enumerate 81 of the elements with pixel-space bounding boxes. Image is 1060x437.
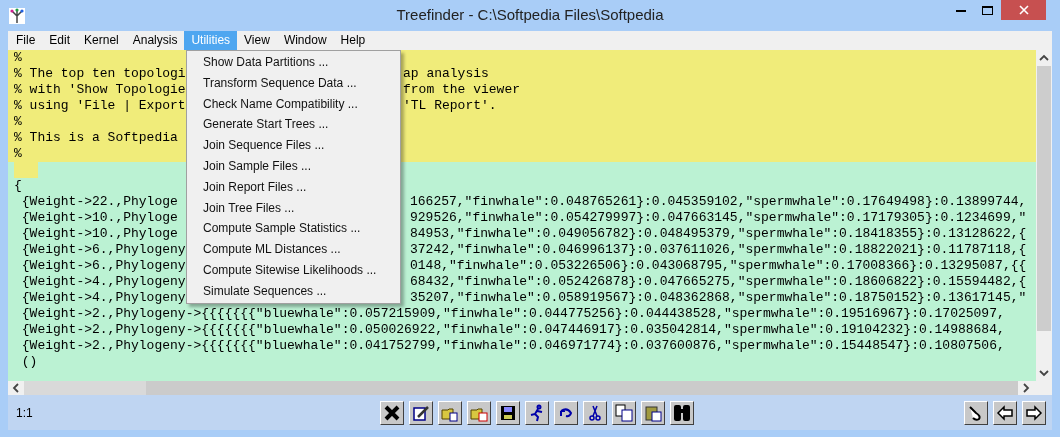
menu-item[interactable]: File xyxy=(9,31,43,50)
maximize-icon xyxy=(982,5,993,15)
scroll-thumb[interactable] xyxy=(1037,66,1051,331)
menu-option[interactable]: Compute Sample Statistics ... xyxy=(187,218,400,240)
code-line: 'TL Report'. xyxy=(403,98,497,114)
menu-item[interactable]: Window xyxy=(276,31,334,50)
code-line: % xyxy=(14,114,22,130)
code-line: % with 'Show Topologie xyxy=(14,82,186,98)
binoculars-icon xyxy=(673,403,691,422)
menu-option[interactable]: Simulate Sequences ... xyxy=(187,280,400,302)
code-line: {Weight->6.,Phylogeny xyxy=(20,258,186,274)
code-line: { xyxy=(14,178,22,194)
code-line: % This is a Softpedia xyxy=(14,130,178,146)
code-line: {Weight->4.,Phylogeny xyxy=(20,290,186,306)
tree-icon xyxy=(9,7,25,24)
edit-button[interactable] xyxy=(409,400,433,425)
menu-option[interactable]: Compute Sitewise Likelihoods ... xyxy=(187,259,400,281)
menu-option[interactable]: Join Tree Files ... xyxy=(187,197,400,219)
scroll-thumb[interactable] xyxy=(24,381,146,395)
code-line: {Weight->10.,Phyloge xyxy=(20,210,178,226)
code-line: {Weight->2.,Phylogeny->{{{{{{{"bluewhale":0.041752799,"finwhale":0.046971774}:0.037600876,"spermwhale":0.15448547}:0.10807506, xyxy=(20,338,1005,354)
code-line: % The top ten topologi xyxy=(14,66,186,82)
scroll-right-icon xyxy=(1022,383,1030,393)
close-button[interactable] xyxy=(380,400,404,425)
code-line: % xyxy=(14,146,22,162)
copy-button[interactable] xyxy=(612,400,636,425)
minimize-icon xyxy=(955,8,966,12)
pencil-paper-icon xyxy=(412,403,430,422)
clipboard-icon xyxy=(644,403,662,422)
paste-button[interactable] xyxy=(641,400,665,425)
menu-option[interactable]: Transform Sequence Data ... xyxy=(187,72,400,94)
find-button[interactable] xyxy=(670,400,694,425)
menu-option[interactable]: Show Data Partitions ... xyxy=(187,52,400,73)
import-button[interactable] xyxy=(467,400,491,425)
close-icon xyxy=(383,403,401,422)
code-line: 166257,"finwhale":0.048765261}:0.045359102,"spermwhale":0.17649498}:0.13899744, xyxy=(410,194,1027,210)
scroll-left-icon xyxy=(12,383,20,393)
code-line: () xyxy=(20,354,38,370)
close-icon xyxy=(1018,5,1029,15)
forward-button[interactable] xyxy=(1022,400,1046,425)
code-line: % using 'File | Export xyxy=(14,98,186,114)
menu-item[interactable]: Edit xyxy=(42,31,78,50)
code-line: {Weight->4.,Phylogeny xyxy=(20,274,186,290)
menu-option[interactable]: Join Sample Files ... xyxy=(187,156,400,177)
open-button[interactable] xyxy=(438,400,462,425)
menu-item[interactable]: Help xyxy=(333,31,373,50)
back-button[interactable] xyxy=(993,400,1017,425)
code-line: {Weight->2.,Phylogeny->{{{{{{{"bluewhale":0.057215909,"finwhale":0.044775256}:0.044438528,"spermwhale":0.19516967}:0.17025097, xyxy=(20,306,1005,322)
code-line: 929526,"finwhale":0.054279997}:0.047663145,"spermwhale":0.17179305}:0.1234699," xyxy=(410,210,1027,226)
code-line: 35207,"finwhale":0.058919567}:0.048362868,"spermwhale":0.18750152}:0.13617145," xyxy=(410,290,1027,306)
window-title: Treefinder - C:\Softpedia Files\Softpedia xyxy=(396,6,664,23)
run-button[interactable] xyxy=(525,400,549,425)
menu-item[interactable]: Kernel xyxy=(77,31,126,50)
code-line: ap analysis xyxy=(403,66,489,82)
menu-option[interactable]: Join Report Files ... xyxy=(187,176,400,198)
menu-option[interactable]: Generate Start Trees ... xyxy=(187,114,400,136)
scissors-icon xyxy=(586,403,604,422)
code-line: {Weight->6.,Phylogeny xyxy=(20,242,186,258)
menu-option[interactable]: Compute ML Distances ... xyxy=(187,239,400,260)
menu-option[interactable]: Join Sequence Files ... xyxy=(187,135,400,156)
return-button[interactable] xyxy=(964,400,988,425)
code-line: {Weight->2.,Phylogeny->{{{{{{{"bluewhale":0.050026922,"finwhale":0.047446917}:0.035042814,"spermwhale":0.19104232}:0.14988684, xyxy=(20,322,1005,338)
cut-button[interactable] xyxy=(583,400,607,425)
code-line: % xyxy=(14,50,22,66)
cursor-position: 1:1 xyxy=(16,405,34,420)
code-line: from the viewer xyxy=(403,82,521,98)
save-button[interactable] xyxy=(496,400,520,425)
code-line: 0148,"finwhale":0.053226506}:0.043068795,"spermwhale":0.17008366}:0.13295087,{{ xyxy=(410,258,1027,274)
copy-icon xyxy=(615,403,633,422)
horizontal-scrollbar[interactable] xyxy=(8,381,1034,395)
menu-item[interactable]: View xyxy=(237,31,277,50)
code-line: {Weight->22.,Phyloge xyxy=(20,194,178,210)
left-arrow-icon xyxy=(996,403,1014,422)
code-line: 84953,"finwhale":0.049056782}:0.048495379,"spermwhale":0.18418355}:0.13128622,{ xyxy=(410,226,1027,242)
undo-button[interactable] xyxy=(554,400,578,425)
menu-option[interactable]: Check Name Compatibility ... xyxy=(187,93,400,115)
right-arrow-icon xyxy=(1025,403,1043,422)
menu-item[interactable]: Analysis xyxy=(125,31,185,50)
code-line: {Weight->10.,Phyloge xyxy=(20,226,178,242)
code-line: 37242,"finwhale":0.046996137}:0.037611026,"spermwhale":0.18822021}:0.11787118,{ xyxy=(410,242,1027,258)
code-line: 68432,"finwhale":0.052426878}:0.047665275,"spermwhale":0.18606822}:0.15594482,{ xyxy=(410,274,1027,290)
